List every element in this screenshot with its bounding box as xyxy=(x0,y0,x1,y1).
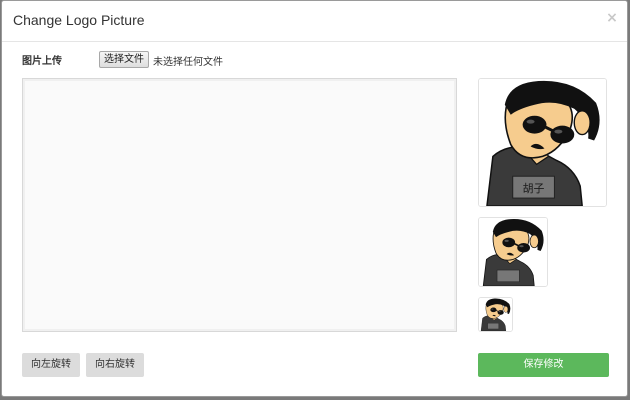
rotate-left-button[interactable]: 向左旋转 xyxy=(22,353,80,377)
file-status-text: 未选择任何文件 xyxy=(153,57,223,68)
dialog-title: Change Logo Picture xyxy=(13,12,145,28)
shirt-print-text: 胡子 xyxy=(523,181,545,195)
avatar-image-large: 胡子 xyxy=(479,79,606,206)
save-changes-button[interactable]: 保存修改 xyxy=(478,353,609,377)
image-crop-area[interactable] xyxy=(22,78,457,332)
image-upload-label: 图片上传 xyxy=(22,56,62,67)
avatar-image-medium xyxy=(479,218,547,286)
close-icon[interactable]: × xyxy=(605,10,619,26)
dialog-header: Change Logo Picture × xyxy=(2,1,627,42)
avatar-image-small xyxy=(479,298,512,331)
avatar-preview-small xyxy=(478,297,513,332)
choose-file-button[interactable]: 选择文件 xyxy=(99,51,149,68)
rotate-right-button[interactable]: 向右旋转 xyxy=(86,353,144,377)
avatar-preview-large: 胡子 xyxy=(478,78,607,207)
avatar-preview-medium xyxy=(478,217,548,287)
